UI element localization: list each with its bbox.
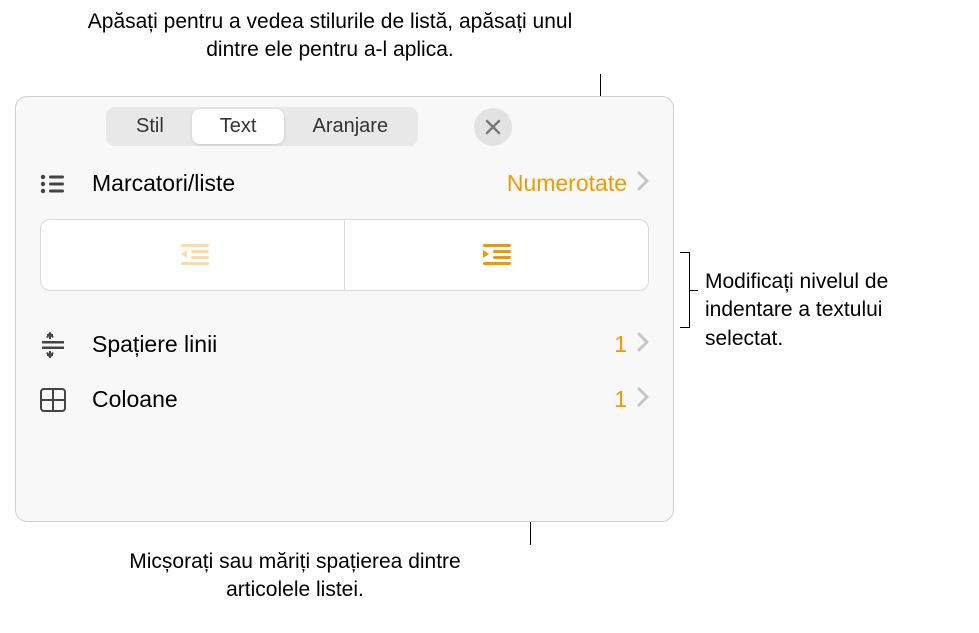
chevron-right-icon <box>637 386 649 413</box>
chevron-right-icon <box>637 170 649 197</box>
format-panel: Stil Text Aranjare Marcatori/liste <box>15 96 674 522</box>
callout-right-text: Modificați nivelul de indentare a textul… <box>705 270 888 350</box>
tab-arrange[interactable]: Aranjare <box>284 109 416 144</box>
columns-icon <box>40 388 74 412</box>
row-bullets-label: Marcatori/liste <box>92 170 507 197</box>
tab-style-label: Stil <box>136 115 164 137</box>
row-columns-label: Coloane <box>92 386 614 413</box>
callout-right: Modificați nivelul de indentare a textul… <box>705 268 965 353</box>
callout-bottom-text: Micșorați sau măriți spațierea dintre ar… <box>129 550 460 601</box>
callout-bottom: Micșorați sau măriți spațierea dintre ar… <box>95 548 495 605</box>
indent-button-group <box>40 219 649 291</box>
bullets-icon <box>40 173 74 195</box>
row-columns[interactable]: Coloane 1 <box>16 372 673 427</box>
row-line-spacing-value: 1 <box>614 331 627 358</box>
indent-button[interactable] <box>345 220 648 290</box>
row-line-spacing[interactable]: Spațiere linii 1 <box>16 309 673 372</box>
outdent-button[interactable] <box>41 220 345 290</box>
callout-top: Apăsați pentru a vedea stilurile de list… <box>60 8 600 65</box>
tab-segmented-control: Stil Text Aranjare <box>106 107 418 146</box>
row-line-spacing-label: Spațiere linii <box>92 331 614 358</box>
indent-icon <box>477 241 517 269</box>
row-bullets-lists[interactable]: Marcatori/liste Numerotate <box>16 156 673 211</box>
tab-style[interactable]: Stil <box>108 109 192 144</box>
tab-text[interactable]: Text <box>192 109 285 144</box>
callout-top-text: Apăsați pentru a vedea stilurile de list… <box>88 10 572 61</box>
row-columns-value: 1 <box>614 386 627 413</box>
outdent-icon <box>173 241 213 269</box>
chevron-right-icon <box>637 331 649 358</box>
callout-bracket-right <box>680 252 690 328</box>
line-spacing-icon <box>40 332 74 358</box>
close-button[interactable] <box>474 108 512 146</box>
tab-text-label: Text <box>220 115 257 137</box>
callout-line-right <box>690 290 698 291</box>
row-bullets-value: Numerotate <box>507 170 627 197</box>
tab-arrange-label: Aranjare <box>312 115 388 137</box>
close-icon <box>485 119 501 135</box>
panel-header: Stil Text Aranjare <box>16 97 673 156</box>
